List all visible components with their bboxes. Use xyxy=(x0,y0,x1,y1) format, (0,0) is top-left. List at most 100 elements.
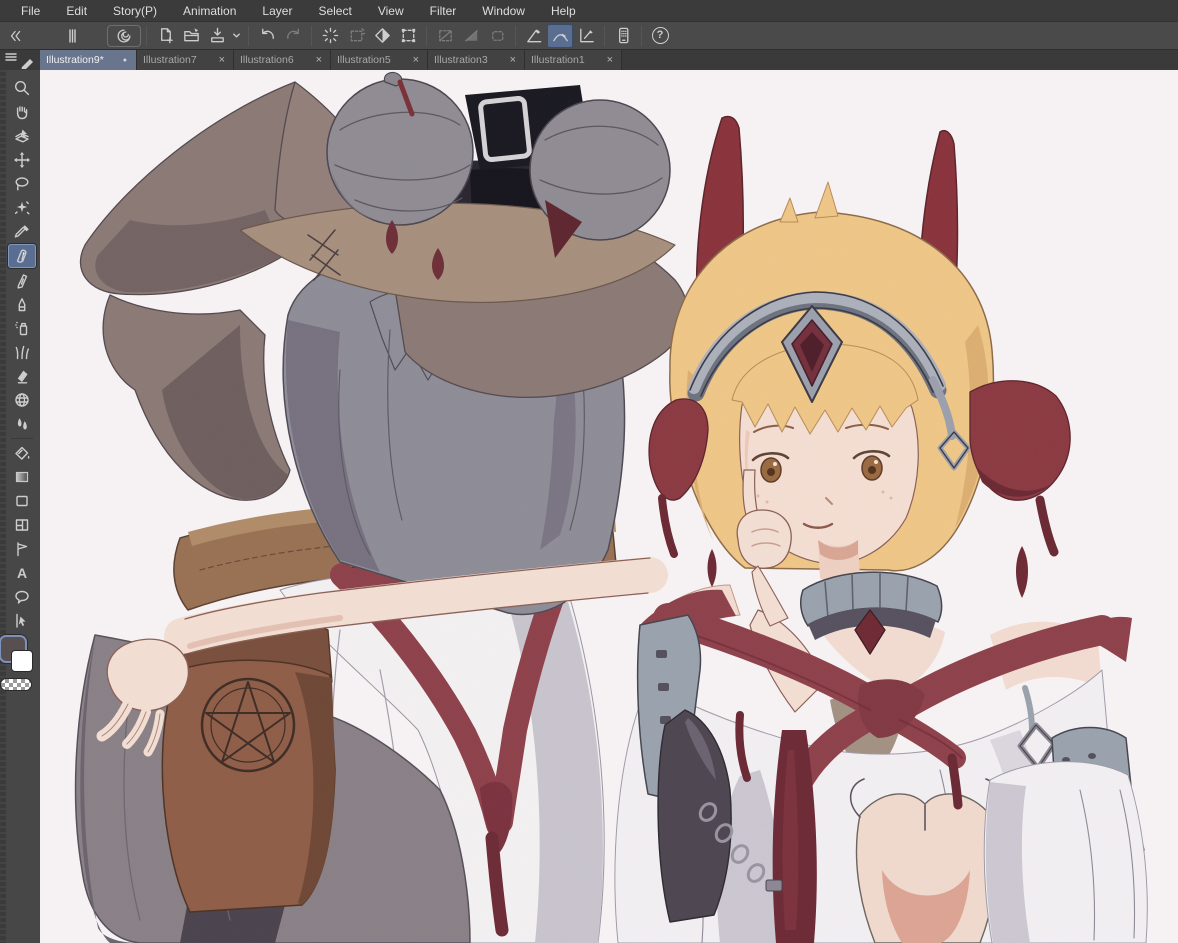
toolbar-separator xyxy=(515,26,516,46)
toolbar-separator xyxy=(248,26,249,46)
tool-eraser[interactable] xyxy=(8,364,36,388)
tab-label: Illustration6 xyxy=(240,54,314,66)
marker-brush-icon xyxy=(13,295,31,313)
clip-studio-button[interactable] xyxy=(107,25,141,47)
new-document-button[interactable] xyxy=(152,24,178,48)
snap-to-ruler-button[interactable] xyxy=(521,24,547,48)
panel-menu-icon[interactable] xyxy=(4,52,18,62)
tool-ruler[interactable] xyxy=(8,537,36,561)
tool-figure[interactable] xyxy=(8,489,36,513)
tab-illustration6[interactable]: Illustration6 × xyxy=(234,50,331,70)
lasso-icon xyxy=(13,175,31,193)
tool-operation[interactable] xyxy=(8,124,36,148)
menu-layer[interactable]: Layer xyxy=(249,0,305,22)
triangle-diagonal-button[interactable] xyxy=(458,24,484,48)
pen-nib-icon xyxy=(13,247,31,265)
sparkle-deselect-icon xyxy=(321,26,340,45)
tool-move[interactable] xyxy=(8,100,36,124)
tab-illustration7[interactable]: Illustration7 × xyxy=(137,50,234,70)
menu-story[interactable]: Story(P) xyxy=(100,0,170,22)
toolbar-separator xyxy=(641,26,642,46)
help-button[interactable]: ? xyxy=(647,24,673,48)
tool-liquify[interactable] xyxy=(8,388,36,412)
menu-window[interactable]: Window xyxy=(469,0,538,22)
tool-frame-border[interactable] xyxy=(8,513,36,537)
tool-auto-select[interactable] xyxy=(8,196,36,220)
chevron-down-icon xyxy=(231,30,242,41)
save-button[interactable] xyxy=(204,24,230,48)
canvas-area[interactable] xyxy=(40,70,1178,943)
tool-pencil[interactable] xyxy=(8,268,36,292)
rounded-box-button[interactable] xyxy=(484,24,510,48)
tool-airbrush[interactable] xyxy=(8,316,36,340)
command-bar: ? xyxy=(0,22,1178,50)
clip-studio-swirl-icon xyxy=(115,27,133,45)
save-icon xyxy=(208,26,227,45)
collapse-panel-button[interactable] xyxy=(3,24,29,48)
close-tab-icon[interactable]: × xyxy=(314,54,324,66)
help-icon: ? xyxy=(652,27,669,44)
toolbar-drag-handle[interactable] xyxy=(59,24,85,48)
snap-to-guide-button[interactable] xyxy=(573,24,599,48)
tool-balloon[interactable] xyxy=(8,585,36,609)
menu-animation[interactable]: Animation xyxy=(170,0,249,22)
reselect-button[interactable] xyxy=(343,24,369,48)
menu-file[interactable]: File xyxy=(8,0,53,22)
tool-fill[interactable] xyxy=(8,441,36,465)
menu-view[interactable]: View xyxy=(365,0,417,22)
blend-drops-icon xyxy=(13,415,31,433)
open-folder-icon xyxy=(182,26,201,45)
rounded-box-icon xyxy=(488,26,507,45)
close-tab-icon[interactable]: × xyxy=(411,54,421,66)
color-swatches xyxy=(2,637,42,697)
menu-help[interactable]: Help xyxy=(538,0,589,22)
tool-eyedropper[interactable] xyxy=(8,220,36,244)
toolbar-separator xyxy=(604,26,605,46)
tool-selection[interactable] xyxy=(8,172,36,196)
toolbar-separator xyxy=(311,26,312,46)
tool-zoom[interactable] xyxy=(8,76,36,100)
tool-blend[interactable] xyxy=(8,412,36,436)
tool-move-layer[interactable] xyxy=(8,148,36,172)
tool-brush[interactable] xyxy=(8,292,36,316)
tab-illustration5[interactable]: Illustration5 × xyxy=(331,50,428,70)
menu-filter[interactable]: Filter xyxy=(417,0,470,22)
tab-illustration1[interactable]: Illustration1 × xyxy=(525,50,622,70)
menu-edit[interactable]: Edit xyxy=(53,0,100,22)
tool-gradient[interactable] xyxy=(8,465,36,489)
invert-selection-button[interactable] xyxy=(369,24,395,48)
tab-illustration3[interactable]: Illustration3 × xyxy=(428,50,525,70)
companion-mode-button[interactable] xyxy=(610,24,636,48)
snap-to-special-ruler-button[interactable] xyxy=(547,24,573,48)
undo-button[interactable] xyxy=(254,24,280,48)
close-tab-icon[interactable]: × xyxy=(217,54,227,66)
redo-button[interactable] xyxy=(280,24,306,48)
magic-wand-icon xyxy=(13,199,31,217)
canvas-artwork[interactable] xyxy=(40,70,1178,943)
tool-text[interactable]: A xyxy=(8,561,36,585)
tab-label: Illustration3 xyxy=(434,54,508,66)
deselect-button[interactable] xyxy=(317,24,343,48)
tool-pen[interactable] xyxy=(8,244,36,268)
tab-illustration9[interactable]: Illustration9* ● xyxy=(40,50,137,70)
save-options-button[interactable] xyxy=(230,24,243,48)
close-tab-icon[interactable]: × xyxy=(605,54,615,66)
sub-color-swatch[interactable] xyxy=(11,650,33,672)
tool-decoration[interactable] xyxy=(8,340,36,364)
selection-border-button[interactable] xyxy=(395,24,421,48)
pencil-icon xyxy=(13,271,31,289)
pen-edit-icon[interactable] xyxy=(19,55,37,69)
redo-arrow-icon xyxy=(284,26,303,45)
dashed-frame-icon xyxy=(399,26,418,45)
tool-separator xyxy=(11,438,33,439)
tablet-icon xyxy=(614,26,633,45)
menu-select[interactable]: Select xyxy=(305,0,364,22)
ruler-pen-icon xyxy=(525,26,544,45)
close-tab-icon[interactable]: × xyxy=(508,54,518,66)
dashed-box-diagonal-button[interactable] xyxy=(432,24,458,48)
open-file-button[interactable] xyxy=(178,24,204,48)
line-correct-cursor-icon xyxy=(13,612,31,630)
tool-correct-line[interactable] xyxy=(8,609,36,633)
menu-bar: File Edit Story(P) Animation Layer Selec… xyxy=(0,0,1178,22)
transparent-color-swatch[interactable] xyxy=(0,678,32,691)
